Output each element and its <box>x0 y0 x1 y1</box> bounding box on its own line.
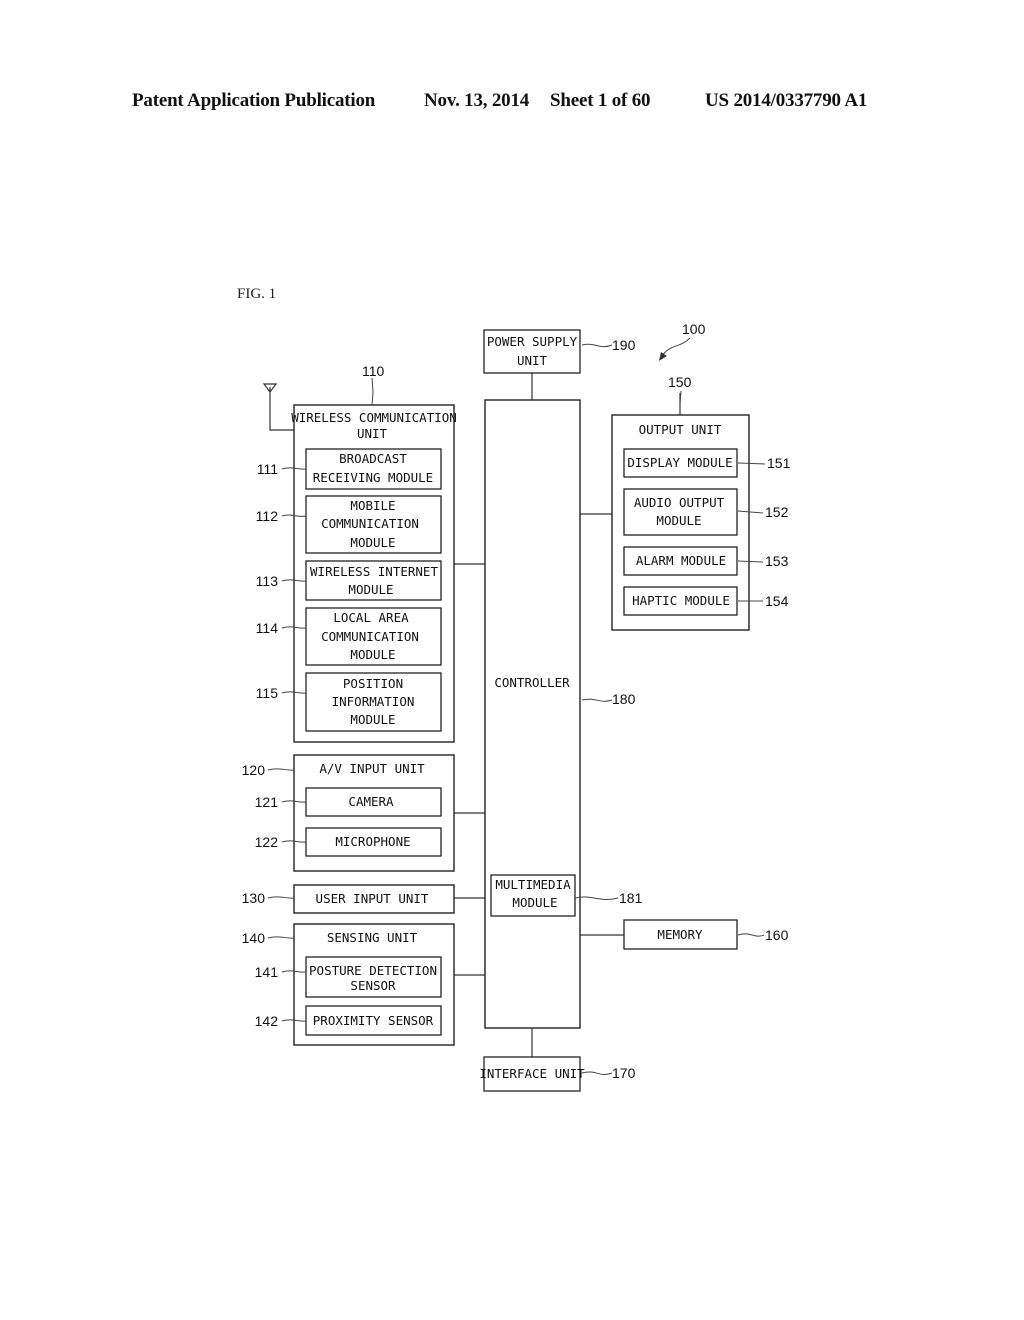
internet-line-2: MODULE <box>348 582 393 597</box>
ref-170: 170 <box>612 1065 636 1081</box>
arrowhead-icon <box>659 352 667 361</box>
broadcast-line-2: RECEIVING MODULE <box>313 470 433 485</box>
microphone-label: MICROPHONE <box>335 834 410 849</box>
local-line-3: MODULE <box>350 647 395 662</box>
audio-line-2: MODULE <box>656 513 701 528</box>
ref-141: 141 <box>255 964 279 980</box>
av-input-label: A/V INPUT UNIT <box>319 761 425 776</box>
posture-line-2: SENSOR <box>350 978 396 993</box>
mobile-line-1: MOBILE <box>350 498 395 513</box>
ref-154: 154 <box>765 593 789 609</box>
ref-160: 160 <box>765 927 789 943</box>
ref-114: 114 <box>256 620 279 636</box>
ref-115: 115 <box>256 685 279 701</box>
ref-180: 180 <box>612 691 636 707</box>
display-label: DISPLAY MODULE <box>627 455 732 470</box>
ref-120: 120 <box>242 762 266 778</box>
alarm-label: ALARM MODULE <box>636 553 726 568</box>
wireless-line-1: WIRELESS COMMUNICATION <box>291 410 457 425</box>
ref-151: 151 <box>767 455 791 471</box>
ref-130: 130 <box>242 890 266 906</box>
haptic-label: HAPTIC MODULE <box>632 593 730 608</box>
wireless-line-2: UNIT <box>357 426 388 441</box>
ref-152: 152 <box>765 504 789 520</box>
multimedia-line-1: MULTIMEDIA <box>495 877 571 892</box>
broadcast-line-1: BROADCAST <box>339 451 407 466</box>
ref-100: 100 <box>682 321 706 337</box>
ref-122: 122 <box>255 834 279 850</box>
ref-190: 190 <box>612 337 636 353</box>
ref-150: 150 <box>668 374 692 390</box>
power-supply-line-1: POWER SUPPLY <box>487 334 578 349</box>
device-arrow <box>661 337 691 357</box>
internet-line-1: WIRELESS INTERNET <box>310 564 438 579</box>
ref-121: 121 <box>255 794 279 810</box>
ref-181: 181 <box>619 890 643 906</box>
ref-153: 153 <box>765 553 789 569</box>
block-diagram: POWER SUPPLY UNIT CONTROLLER MULTIMEDIA … <box>242 321 791 1092</box>
camera-label: CAMERA <box>348 794 394 809</box>
ref-142: 142 <box>255 1013 279 1029</box>
power-supply-line-2: UNIT <box>517 353 548 368</box>
controller-label: CONTROLLER <box>494 675 570 690</box>
interface-label: INTERFACE UNIT <box>479 1066 585 1081</box>
ref-111: 111 <box>257 461 278 477</box>
output-label: OUTPUT UNIT <box>639 422 722 437</box>
mobile-line-3: MODULE <box>350 535 395 550</box>
posture-line-1: POSTURE DETECTION <box>309 963 437 978</box>
memory-label: MEMORY <box>657 927 703 942</box>
mobile-line-2: COMMUNICATION <box>321 516 419 531</box>
position-line-2: INFORMATION <box>332 694 415 709</box>
multimedia-line-2: MODULE <box>512 895 557 910</box>
sensing-label: SENSING UNIT <box>327 930 418 945</box>
position-line-1: POSITION <box>343 676 403 691</box>
position-line-3: MODULE <box>350 712 395 727</box>
ref-140: 140 <box>242 930 266 946</box>
local-line-1: LOCAL AREA <box>333 610 409 625</box>
ref-113: 113 <box>256 573 279 589</box>
ref-110: 110 <box>362 363 385 379</box>
audio-line-1: AUDIO OUTPUT <box>634 495 725 510</box>
controller-box <box>484 399 581 1029</box>
user-input-label: USER INPUT UNIT <box>316 891 429 906</box>
proximity-label: PROXIMITY SENSOR <box>313 1013 434 1028</box>
ref-112: 112 <box>256 508 279 524</box>
local-line-2: COMMUNICATION <box>321 629 419 644</box>
